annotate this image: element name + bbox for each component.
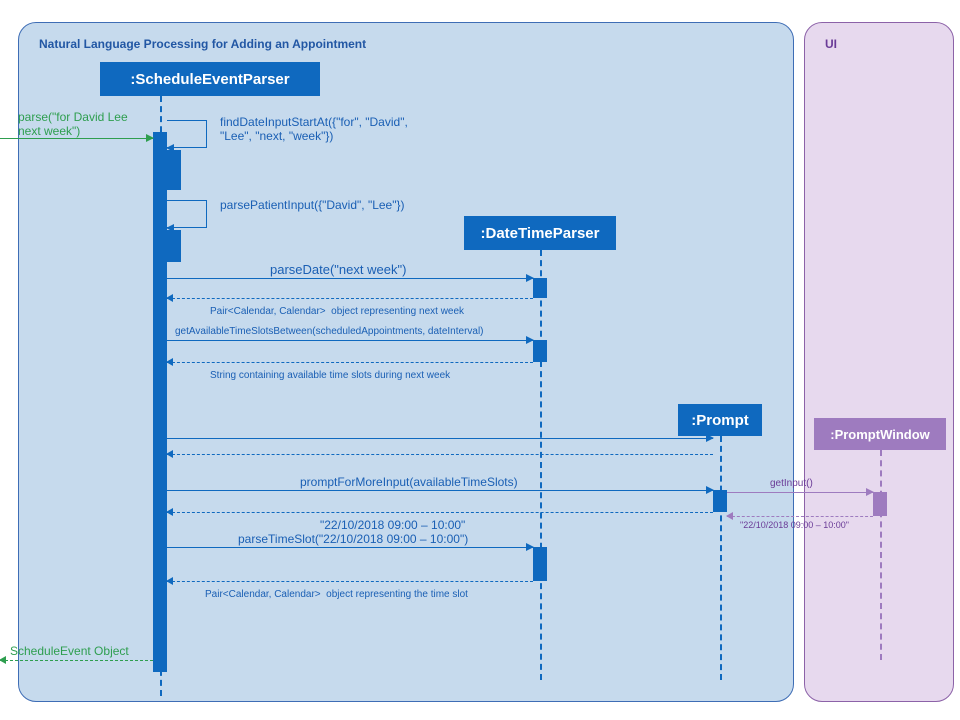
frame-nlp-title: Natural Language Processing for Adding a… — [39, 37, 366, 51]
lbl-m2: parsePatientInput({"David", "Lee"}) — [220, 198, 404, 212]
activation-self1 — [167, 150, 181, 190]
object-schedule-event-parser: :ScheduleEventParser — [100, 62, 320, 96]
lbl-m1: findDateInputStartAt({"for", "David", "L… — [220, 115, 408, 143]
lbl-m8: parseTimeSlot("22/10/2018 09:00 – 10:00"… — [238, 532, 468, 546]
frame-ui: UI — [804, 22, 954, 702]
lbl-m6: promptForMoreInput(availableTimeSlots) — [300, 475, 518, 489]
lbl-m7: getInput() — [770, 478, 813, 489]
activation-dt2 — [533, 340, 547, 362]
lbl-m3: parseDate("next week") — [270, 262, 406, 277]
lifeline-pwindow — [880, 450, 882, 660]
lbl-r8: Pair<Calendar, Calendar> object represen… — [205, 589, 468, 600]
lbl-r3: Pair<Calendar, Calendar> object represen… — [210, 306, 464, 317]
activation-parser-main — [153, 132, 167, 672]
selfcall-find-date — [167, 120, 207, 148]
lbl-r6: "22/10/2018 09:00 – 10:00" — [320, 518, 465, 532]
object-prompt: :Prompt — [678, 404, 762, 436]
object-date-time-parser: :DateTimeParser — [464, 216, 616, 250]
lbl-exit: ScheduleEvent Object — [10, 644, 129, 658]
object-prompt-window: :PromptWindow — [814, 418, 946, 450]
activation-prompt — [713, 490, 727, 512]
activation-dt1 — [533, 278, 547, 298]
frame-ui-title: UI — [825, 37, 837, 51]
selfcall-parse-patient — [167, 200, 207, 228]
lbl-m4: getAvailableTimeSlotsBetween(scheduledAp… — [175, 326, 484, 337]
lbl-r7: "22/10/2018 09:00 – 10:00" — [740, 520, 849, 530]
activation-pwindow — [873, 492, 887, 516]
activation-self2 — [167, 230, 181, 262]
lbl-entry: parse("for David Lee next week") — [18, 110, 131, 138]
lbl-r4: String containing available time slots d… — [210, 370, 450, 381]
activation-dt3 — [533, 547, 547, 581]
lifeline-dtparser — [540, 250, 542, 680]
lifeline-prompt — [720, 436, 722, 680]
